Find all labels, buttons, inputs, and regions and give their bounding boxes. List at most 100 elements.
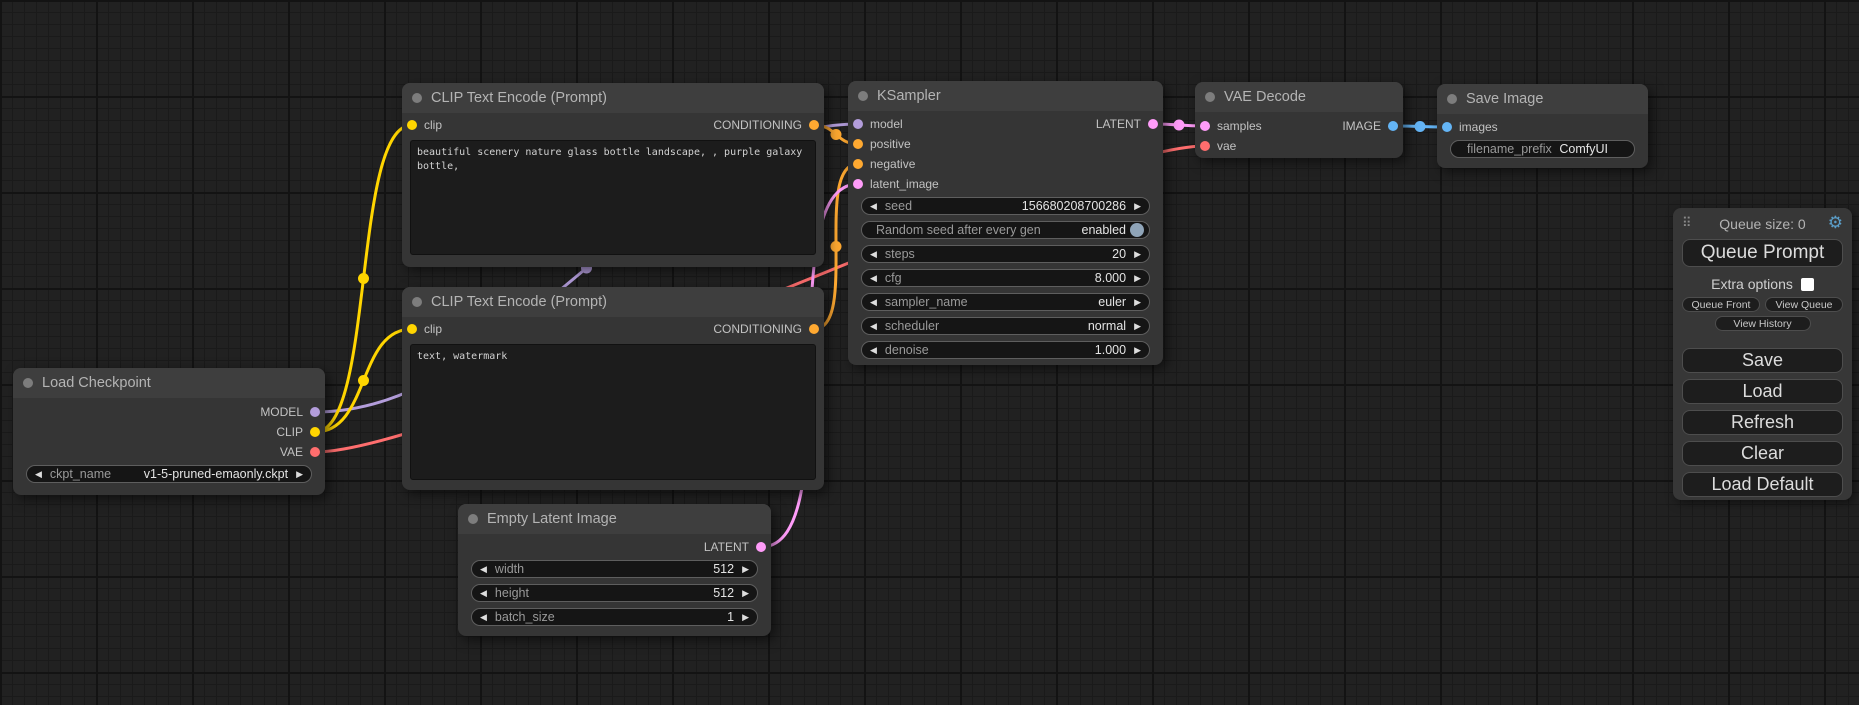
collapse-dot-icon[interactable] [1447, 94, 1457, 104]
output-port-dot-CONDITIONING[interactable] [809, 324, 819, 334]
widget-scheduler[interactable]: ◀schedulernormal▶ [861, 317, 1150, 335]
widget-filename_prefix[interactable]: filename_prefixComfyUI [1450, 140, 1635, 158]
collapse-dot-icon[interactable] [412, 93, 422, 103]
input-port-dot-negative[interactable] [853, 159, 863, 169]
stepper-left-arrow-icon[interactable]: ◀ [35, 470, 42, 479]
output-port[interactable]: VAE [280, 445, 320, 459]
output-port[interactable]: CONDITIONING [713, 322, 819, 336]
output-port[interactable]: LATENT [704, 540, 766, 554]
extra-options-label: Extra options [1711, 276, 1793, 292]
save-button[interactable]: Save [1682, 348, 1843, 373]
node-canvas[interactable]: Load Checkpoint MODEL CLIP VAE ◀ckpt_namev1-… [0, 0, 1859, 705]
widget-batch_size[interactable]: ◀batch_size1▶ [471, 608, 758, 626]
input-port[interactable]: clip [407, 118, 442, 132]
refresh-button[interactable]: Refresh [1682, 410, 1843, 435]
input-port[interactable]: samples [1200, 119, 1262, 133]
output-port-dot-MODEL[interactable] [310, 407, 320, 417]
widget-ckpt_name[interactable]: ◀ckpt_namev1-5-pruned-emaonly.ckpt▶ [26, 465, 312, 483]
input-port-dot-samples[interactable] [1200, 121, 1210, 131]
stepper-left-arrow-icon[interactable]: ◀ [870, 322, 877, 331]
node-titlebar-save-image[interactable]: Save Image [1437, 84, 1648, 114]
widget-sampler_name[interactable]: ◀sampler_nameeuler▶ [861, 293, 1150, 311]
output-port[interactable]: MODEL [260, 405, 320, 419]
stepper-right-arrow-icon[interactable]: ▶ [296, 470, 303, 479]
stepper-right-arrow-icon[interactable]: ▶ [1134, 346, 1141, 355]
stepper-right-arrow-icon[interactable]: ▶ [742, 589, 749, 598]
output-port-dot-CONDITIONING[interactable] [809, 120, 819, 130]
widget-height[interactable]: ◀height512▶ [471, 584, 758, 602]
input-port-dot-latent_image[interactable] [853, 179, 863, 189]
input-port[interactable]: model [853, 117, 903, 131]
widget-cfg[interactable]: ◀cfg8.000▶ [861, 269, 1150, 287]
node-titlebar-vae-decode[interactable]: VAE Decode [1195, 82, 1403, 112]
output-port[interactable]: CONDITIONING [713, 118, 819, 132]
node-titlebar-load-checkpoint[interactable]: Load Checkpoint [13, 368, 325, 398]
widget-value: 156680208700286 [1022, 199, 1126, 213]
input-port-dot-images[interactable] [1442, 122, 1452, 132]
input-port-dot-model[interactable] [853, 119, 863, 129]
input-port-dot-vae[interactable] [1200, 141, 1210, 151]
collapse-dot-icon[interactable] [1205, 92, 1215, 102]
node-titlebar-empty-latent-image[interactable]: Empty Latent Image [458, 504, 771, 534]
stepper-left-arrow-icon[interactable]: ◀ [480, 589, 487, 598]
stepper-right-arrow-icon[interactable]: ▶ [1134, 298, 1141, 307]
stepper-left-arrow-icon[interactable]: ◀ [870, 250, 877, 259]
drag-handle-icon[interactable]: ⠿ [1682, 215, 1692, 231]
widget-denoise[interactable]: ◀denoise1.000▶ [861, 341, 1150, 359]
widget-Random seed after every gen[interactable]: Random seed after every genenabled [861, 221, 1150, 239]
stepper-left-arrow-icon[interactable]: ◀ [480, 613, 487, 622]
output-port-dot-VAE[interactable] [310, 447, 320, 457]
widget-steps[interactable]: ◀steps20▶ [861, 245, 1150, 263]
input-port[interactable]: vae [1200, 139, 1236, 153]
queue-prompt-button[interactable]: Queue Prompt [1682, 239, 1843, 267]
node-titlebar-clip-text-encode-negative[interactable]: CLIP Text Encode (Prompt) [402, 287, 824, 317]
clear-button[interactable]: Clear [1682, 441, 1843, 466]
widget-width[interactable]: ◀width512▶ [471, 560, 758, 578]
node-titlebar-ksampler[interactable]: KSampler [848, 81, 1163, 111]
stepper-left-arrow-icon[interactable]: ◀ [870, 298, 877, 307]
stepper-right-arrow-icon[interactable]: ▶ [1134, 322, 1141, 331]
stepper-right-arrow-icon[interactable]: ▶ [1134, 250, 1141, 259]
stepper-left-arrow-icon[interactable]: ◀ [870, 346, 877, 355]
prompt-textarea[interactable]: text, watermark [410, 344, 816, 480]
stepper-left-arrow-icon[interactable]: ◀ [870, 274, 877, 283]
collapse-dot-icon[interactable] [468, 514, 478, 524]
output-port[interactable]: IMAGE [1342, 119, 1398, 133]
collapse-dot-icon[interactable] [858, 91, 868, 101]
toggle-knob-icon[interactable] [1130, 223, 1144, 237]
input-port[interactable]: latent_image [853, 177, 939, 191]
output-port[interactable]: LATENT [1096, 117, 1158, 131]
input-port-dot-clip[interactable] [407, 324, 417, 334]
stepper-right-arrow-icon[interactable]: ▶ [742, 565, 749, 574]
input-port[interactable]: negative [853, 157, 915, 171]
output-port-dot-LATENT[interactable] [1148, 119, 1158, 129]
node-titlebar-clip-text-encode-positive[interactable]: CLIP Text Encode (Prompt) [402, 83, 824, 113]
input-port-dot-clip[interactable] [407, 120, 417, 130]
load-default-button[interactable]: Load Default [1682, 472, 1843, 497]
collapse-dot-icon[interactable] [412, 297, 422, 307]
output-port-dot-CLIP[interactable] [310, 427, 320, 437]
queue-front-button[interactable]: Queue Front [1682, 297, 1760, 312]
output-port-dot-IMAGE[interactable] [1388, 121, 1398, 131]
stepper-right-arrow-icon[interactable]: ▶ [1134, 202, 1141, 211]
input-port-dot-positive[interactable] [853, 139, 863, 149]
widget-seed[interactable]: ◀seed156680208700286▶ [861, 197, 1150, 215]
stepper-left-arrow-icon[interactable]: ◀ [870, 202, 877, 211]
stepper-right-arrow-icon[interactable]: ▶ [742, 613, 749, 622]
collapse-dot-icon[interactable] [23, 378, 33, 388]
extra-options-checkbox[interactable] [1801, 278, 1814, 291]
output-port-dot-LATENT[interactable] [756, 542, 766, 552]
port-row: vae [1195, 136, 1403, 156]
view-queue-button[interactable]: View Queue [1765, 297, 1843, 312]
node-empty-latent-image: Empty Latent Image LATENT ◀width512▶ ◀heigh… [458, 504, 771, 636]
settings-gear-icon[interactable]: ⚙ [1828, 213, 1843, 233]
stepper-right-arrow-icon[interactable]: ▶ [1134, 274, 1141, 283]
input-port[interactable]: images [1442, 120, 1498, 134]
input-port[interactable]: clip [407, 322, 442, 336]
stepper-left-arrow-icon[interactable]: ◀ [480, 565, 487, 574]
prompt-textarea[interactable]: beautiful scenery nature glass bottle la… [410, 140, 816, 255]
view-history-button[interactable]: View History [1715, 316, 1811, 331]
input-port[interactable]: positive [853, 137, 911, 151]
load-button[interactable]: Load [1682, 379, 1843, 404]
output-port[interactable]: CLIP [276, 425, 320, 439]
